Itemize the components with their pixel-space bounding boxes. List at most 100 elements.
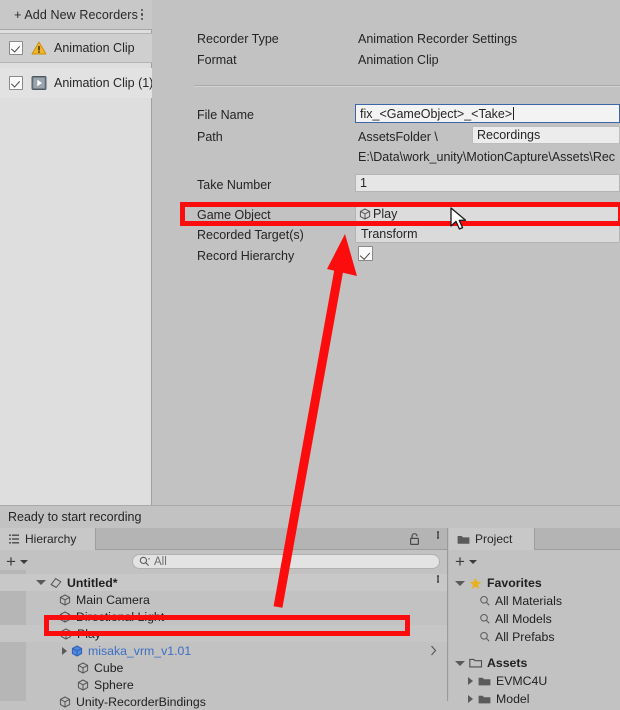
hierarchy-row-directional-light[interactable]: Directional Light bbox=[0, 608, 447, 625]
search-icon bbox=[479, 613, 491, 625]
kebab-menu-icon[interactable] bbox=[436, 531, 439, 547]
project-row-assets[interactable]: Assets bbox=[449, 654, 527, 672]
path-resolved-text: E:\Data\work_unity\MotionCapture\Assets\… bbox=[358, 150, 616, 164]
hierarchy-row-label: Unity-RecorderBindings bbox=[76, 694, 206, 709]
hierarchy-row-unity-recorderbindings[interactable]: Unity-RecorderBindings bbox=[0, 693, 447, 710]
path-folder-value: Recordings bbox=[477, 128, 541, 142]
add-new-recorders-label[interactable]: + Add New Recorders bbox=[14, 8, 138, 22]
game-object-value: Play bbox=[373, 206, 398, 221]
recorded-targets-field[interactable]: Transform bbox=[355, 225, 620, 243]
hierarchy-row-label: misaka_vrm_v1.01 bbox=[88, 643, 192, 658]
folder-icon bbox=[477, 692, 492, 706]
chevron-right-icon[interactable] bbox=[62, 646, 67, 655]
project-row-evmc4u[interactable]: EVMC4U bbox=[449, 672, 547, 690]
path-root-dropdown[interactable]: AssetsFolder \ bbox=[358, 130, 438, 144]
chevron-right-icon[interactable] bbox=[430, 645, 437, 659]
file-name-value: fix_<GameObject>_<Take> bbox=[360, 106, 513, 121]
hierarchy-row-sphere[interactable]: Sphere bbox=[0, 676, 447, 693]
hierarchy-search-placeholder: All bbox=[154, 555, 167, 568]
status-bar: Ready to start recording bbox=[0, 505, 620, 527]
project-toolbar: + bbox=[449, 550, 620, 574]
recorder-window: + Add New Recorders Animation Clip Anima… bbox=[0, 0, 620, 505]
folder-open-icon bbox=[468, 656, 483, 670]
hierarchy-icon bbox=[7, 533, 20, 546]
hierarchy-add-button[interactable]: + bbox=[6, 552, 28, 571]
status-text: Ready to start recording bbox=[8, 509, 142, 524]
warning-triangle-icon bbox=[30, 39, 48, 57]
recorder-list-item-label: Animation Clip (1) bbox=[54, 76, 154, 90]
chevron-down-icon[interactable] bbox=[468, 560, 477, 564]
chevron-right-icon[interactable] bbox=[468, 695, 473, 703]
hierarchy-row-label: Main Camera bbox=[76, 592, 150, 607]
plus-icon: + bbox=[6, 552, 16, 571]
project-row-label: All Prefabs bbox=[495, 630, 555, 644]
file-name-input[interactable]: fix_<GameObject>_<Take> bbox=[355, 104, 620, 123]
file-name-label: File Name bbox=[197, 108, 254, 122]
hierarchy-row-label: Play bbox=[77, 626, 101, 641]
kebab-menu-icon[interactable] bbox=[436, 575, 439, 590]
hierarchy-row-cube[interactable]: Cube bbox=[0, 659, 447, 676]
recorder-type-value: Animation Recorder Settings bbox=[358, 32, 518, 46]
kebab-menu-icon[interactable] bbox=[140, 7, 144, 23]
take-number-label: Take Number bbox=[197, 178, 272, 192]
take-number-input[interactable]: 1 bbox=[355, 174, 620, 192]
game-object-field[interactable]: Play bbox=[355, 204, 620, 223]
recorder-list-item-animation-clip-1[interactable]: Animation Clip (1) bbox=[0, 68, 154, 98]
hierarchy-row-label: Cube bbox=[94, 660, 124, 675]
recorded-targets-value: Transform bbox=[361, 227, 418, 241]
bottom-dock: Hierarchy + All Untitled* Main Camera Di… bbox=[0, 528, 620, 709]
chevron-down-icon[interactable] bbox=[455, 580, 465, 586]
recorder-enabled-checkbox[interactable] bbox=[9, 76, 23, 90]
gameobject-cube-icon bbox=[76, 661, 90, 675]
hierarchy-row-label: Untitled* bbox=[67, 575, 118, 590]
divider-highlight bbox=[194, 86, 620, 87]
hierarchy-row-main-camera[interactable]: Main Camera bbox=[0, 591, 447, 608]
chevron-down-icon[interactable] bbox=[455, 660, 465, 666]
path-folder-input[interactable]: Recordings bbox=[472, 126, 620, 144]
star-icon bbox=[468, 576, 483, 590]
project-row-all-models[interactable]: All Models bbox=[449, 610, 552, 628]
project-row-label: EVMC4U bbox=[496, 674, 548, 688]
hierarchy-row-label: Directional Light bbox=[76, 609, 165, 624]
chevron-down-icon[interactable] bbox=[36, 580, 46, 585]
recorded-targets-label: Recorded Target(s) bbox=[197, 228, 304, 242]
path-label: Path bbox=[197, 130, 223, 144]
animation-clip-icon bbox=[30, 74, 48, 92]
project-tabstrip: Project bbox=[449, 528, 620, 550]
chevron-right-icon[interactable] bbox=[468, 677, 473, 685]
recorder-list-item-label: Animation Clip bbox=[54, 41, 135, 55]
project-row-all-prefabs[interactable]: All Prefabs bbox=[449, 628, 554, 646]
gameobject-cube-icon bbox=[58, 593, 72, 607]
hierarchy-row-misaka-vrm[interactable]: misaka_vrm_v1.01 bbox=[0, 642, 447, 659]
hierarchy-row-label: Sphere bbox=[94, 677, 134, 692]
plus-icon: + bbox=[455, 552, 465, 571]
add-new-recorders-bar[interactable]: + Add New Recorders bbox=[0, 0, 152, 30]
take-number-value: 1 bbox=[360, 176, 367, 190]
project-row-all-materials[interactable]: All Materials bbox=[449, 592, 562, 610]
recorder-type-label: Recorder Type bbox=[197, 32, 279, 46]
project-row-favorites[interactable]: Favorites bbox=[449, 574, 542, 592]
hierarchy-toolbar: + All bbox=[0, 550, 447, 574]
gameobject-cube-icon bbox=[76, 678, 90, 692]
hierarchy-row-untitled[interactable]: Untitled* bbox=[0, 574, 447, 591]
tab-hierarchy-label: Hierarchy bbox=[25, 532, 77, 546]
lock-icon[interactable] bbox=[408, 532, 421, 549]
recorder-settings-pane: Recorder Type Animation Recorder Setting… bbox=[152, 0, 620, 505]
hierarchy-row-play[interactable]: Play bbox=[0, 625, 447, 642]
format-label: Format bbox=[197, 53, 237, 67]
chevron-down-icon[interactable] bbox=[47, 631, 57, 636]
project-row-model[interactable]: Model bbox=[449, 690, 530, 708]
project-add-button[interactable]: + bbox=[455, 552, 477, 571]
prefab-cube-icon bbox=[70, 644, 84, 658]
recorder-list-item-animation-clip[interactable]: Animation Clip bbox=[0, 33, 152, 63]
hierarchy-search-input[interactable]: All bbox=[132, 554, 440, 569]
tab-hierarchy[interactable]: Hierarchy bbox=[0, 528, 96, 550]
search-icon bbox=[479, 631, 491, 643]
chevron-down-icon[interactable] bbox=[19, 560, 28, 564]
recorder-enabled-checkbox[interactable] bbox=[9, 41, 23, 55]
record-hierarchy-checkbox[interactable] bbox=[358, 246, 373, 261]
scene-icon bbox=[49, 576, 63, 590]
gameobject-cube-icon bbox=[58, 610, 72, 624]
gameobject-cube-icon bbox=[358, 207, 372, 221]
tab-project[interactable]: Project bbox=[449, 528, 535, 550]
